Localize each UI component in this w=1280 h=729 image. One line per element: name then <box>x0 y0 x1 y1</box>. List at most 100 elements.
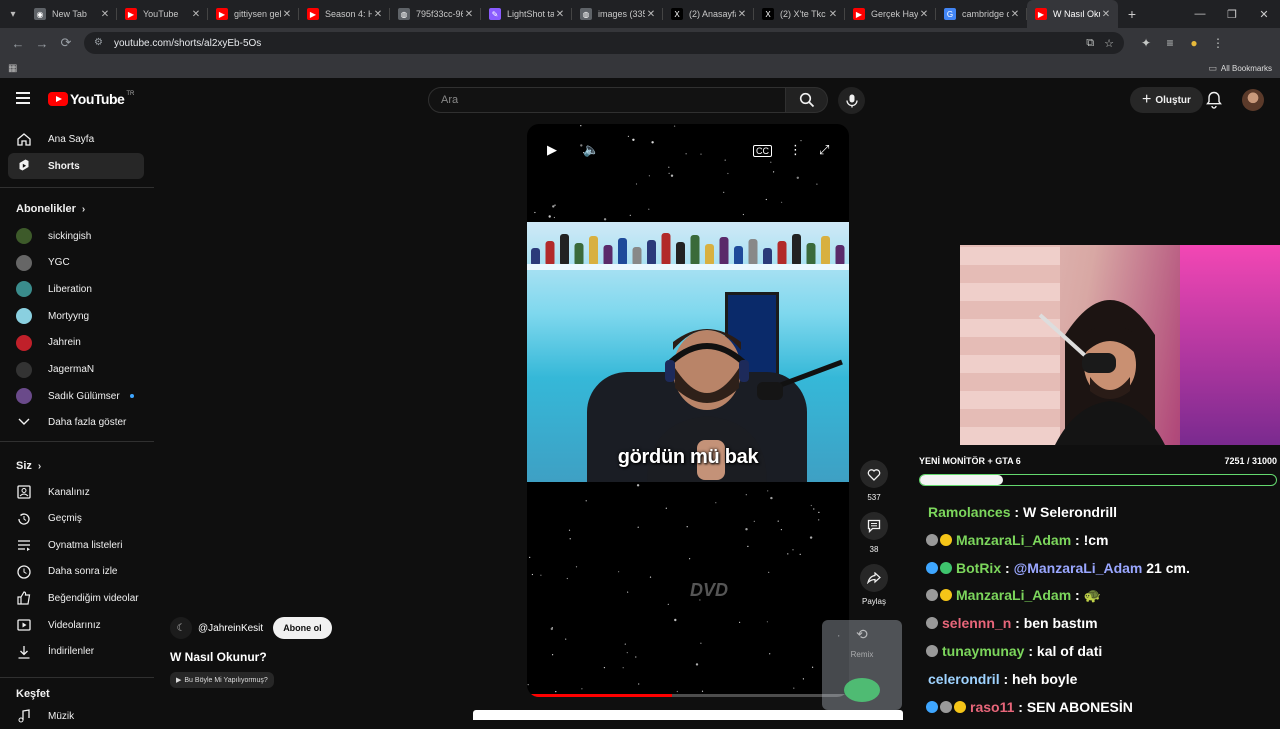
search-button[interactable] <box>786 87 828 113</box>
profile-extension-icon[interactable]: ● <box>1182 36 1206 50</box>
sidebar-item-clock[interactable]: Daha sonra izle <box>8 559 144 585</box>
sidebar-item-channel[interactable]: Kanalınız <box>8 479 144 505</box>
volume-icon[interactable]: 🔈 <box>583 142 599 158</box>
remix-overlay[interactable]: ⟲ Remix <box>822 620 902 710</box>
video-frame[interactable]: gördün mü bak <box>527 222 849 482</box>
hamburger-menu-icon[interactable] <box>16 92 30 104</box>
youtube-logo[interactable]: YouTube TR <box>48 91 134 107</box>
video-title[interactable]: W Nasıl Okunur? <box>170 650 510 664</box>
browser-tab[interactable]: ✎ LightShot ta ✕ <box>481 0 572 28</box>
chat-badge-icon <box>926 561 938 574</box>
reload-icon[interactable]: ⟳ <box>54 31 78 55</box>
browser-tab[interactable]: X (2) X'te Tkc ✕ <box>754 0 845 28</box>
shorts-player[interactable]: gördün mü bak ▶ 🔈 CC ⋮ ⤢ DVD <box>527 124 849 697</box>
show-more-button[interactable]: Daha fazla göster <box>8 409 144 435</box>
search-box[interactable] <box>428 87 786 113</box>
you-heading[interactable]: Siz › <box>16 460 41 472</box>
notifications-bell-icon[interactable] <box>1206 91 1222 114</box>
close-tab-icon[interactable]: ✕ <box>372 9 384 20</box>
remix-label: Remix <box>850 650 874 659</box>
browser-tab[interactable]: ▶ W Nasıl Oku ✕ <box>1027 0 1118 28</box>
video-progress-bar[interactable] <box>527 694 849 697</box>
channel-avatar <box>16 281 32 298</box>
close-tab-icon[interactable]: ✕ <box>1009 9 1021 20</box>
browser-tab[interactable]: X (2) Anasayfa ✕ <box>663 0 754 28</box>
sidebar-item-subscription[interactable]: YGC <box>8 250 144 276</box>
sidebar-item-download[interactable]: İndirilenler <box>8 639 144 665</box>
new-tab-plus-icon[interactable]: + <box>1118 0 1146 28</box>
browser-tab[interactable]: ◍ 795f33cc-96 ✕ <box>390 0 481 28</box>
sidebar-item-history[interactable]: Geçmiş <box>8 506 144 532</box>
sidebar-item-subscription[interactable]: sickingish <box>8 223 144 249</box>
close-tab-icon[interactable]: ✕ <box>463 9 475 20</box>
chat-badge-icon <box>926 617 938 630</box>
close-tab-icon[interactable]: ✕ <box>918 9 930 20</box>
extensions-puzzle-icon[interactable]: ✦ <box>1134 36 1158 50</box>
browser-tab[interactable]: Gcambridge d ✕ <box>936 0 1027 28</box>
sidebar-item-label: sickingish <box>48 230 92 242</box>
voice-search-button[interactable] <box>838 87 865 114</box>
close-window-icon[interactable]: ✕ <box>1248 8 1280 21</box>
comments-button[interactable] <box>860 512 888 540</box>
close-tab-icon[interactable]: ✕ <box>645 9 657 20</box>
subscribe-button[interactable]: Abone ol <box>273 617 332 639</box>
share-arrow-icon <box>867 572 881 584</box>
sidebar-item-subscription[interactable]: Sadık Gülümser <box>8 383 144 409</box>
sidebar-item-shorts[interactable]: Shorts <box>8 153 144 179</box>
captions-icon[interactable]: CC <box>753 145 772 157</box>
browser-tab[interactable]: ▶ YouTube ✕ <box>117 0 208 28</box>
sidebar-item-subscription[interactable]: Mortyyng <box>8 303 144 329</box>
close-tab-icon[interactable]: ✕ <box>736 9 748 20</box>
sidebar-item-video[interactable]: Videolarınız <box>8 612 144 638</box>
chat-badge-icon <box>940 533 952 546</box>
media-controls-icon[interactable]: ≡ <box>1158 36 1182 50</box>
sidebar-item-subscription[interactable]: JagermaN <box>8 357 144 383</box>
sidebar-item-home[interactable]: Ana Sayfa <box>8 126 144 152</box>
fullscreen-icon[interactable]: ⤢ <box>819 142 829 158</box>
minimize-icon[interactable]: — <box>1184 8 1216 21</box>
sidebar-item-subscription[interactable]: Jahrein <box>8 330 144 356</box>
restore-icon[interactable]: ❐ <box>1216 8 1248 21</box>
close-tab-icon[interactable]: ✕ <box>827 9 839 20</box>
new-content-dot <box>129 394 134 399</box>
share-button[interactable] <box>860 564 888 592</box>
sidebar-item-subscription[interactable]: Liberation <box>8 276 144 302</box>
channel-handle[interactable]: @JahreinKesit <box>198 623 263 634</box>
sidebar-item-like[interactable]: Beğendiğim videolar <box>8 585 144 611</box>
browser-tab[interactable]: ▶ Gerçek Haya✕ <box>845 0 936 28</box>
omnibox[interactable]: ⚙ youtube.com/shorts/al2xyEb-5Os ⧉ ☆ <box>84 32 1124 54</box>
close-tab-icon[interactable]: ✕ <box>1100 9 1112 20</box>
browser-tab[interactable]: ◍ images (335 ✕ <box>572 0 663 28</box>
feather-icon: ✎ <box>489 8 501 20</box>
all-bookmarks-button[interactable]: ▭ All Bookmarks <box>1208 63 1272 74</box>
all-bookmarks-label: All Bookmarks <box>1220 63 1272 73</box>
forward-arrow-icon[interactable]: → <box>30 31 54 55</box>
create-button[interactable]: + Oluştur <box>1130 87 1203 113</box>
chrome-menu-icon[interactable]: ⋮ <box>1206 36 1230 50</box>
bookmark-star-icon[interactable]: ☆ <box>1104 37 1114 50</box>
explore-heading[interactable]: Keşfet <box>16 688 50 700</box>
play-icon[interactable]: ▶ <box>547 142 557 158</box>
channel-avatar[interactable]: ☾ <box>170 617 192 639</box>
subscriptions-heading[interactable]: Abonelikler › <box>16 203 85 215</box>
close-tab-icon[interactable]: ✕ <box>281 9 293 20</box>
related-video-pill[interactable]: ▶ Bu Böyle Mi Yapılıyormuş? <box>170 672 274 688</box>
browser-tab[interactable]: ▶ Season 4: He✕ <box>299 0 390 28</box>
install-app-icon[interactable]: ⧉ <box>1086 37 1094 50</box>
more-options-icon[interactable]: ⋮ <box>789 142 802 158</box>
back-arrow-icon[interactable]: ← <box>6 31 30 55</box>
close-tab-icon[interactable]: ✕ <box>554 9 566 20</box>
browser-tab[interactable]: ◉ New Tab ✕ <box>26 0 117 28</box>
search-input[interactable] <box>441 94 785 106</box>
account-avatar[interactable] <box>1242 89 1264 111</box>
browser-tab[interactable]: ▶ gittiysen gel ✕ <box>208 0 299 28</box>
site-info-icon[interactable]: ⚙ <box>94 37 106 49</box>
tab-search-chevron-icon[interactable]: ▾ <box>0 0 26 28</box>
like-button[interactable] <box>860 460 888 488</box>
chat-text: kal of dati <box>1036 643 1103 659</box>
close-tab-icon[interactable]: ✕ <box>99 9 111 20</box>
apps-grid-icon[interactable]: ▦ <box>8 63 17 74</box>
sidebar-item-playlist[interactable]: Oynatma listeleri <box>8 532 144 558</box>
close-tab-icon[interactable]: ✕ <box>190 9 202 20</box>
sidebar-item-music[interactable]: Müzik <box>8 703 144 729</box>
